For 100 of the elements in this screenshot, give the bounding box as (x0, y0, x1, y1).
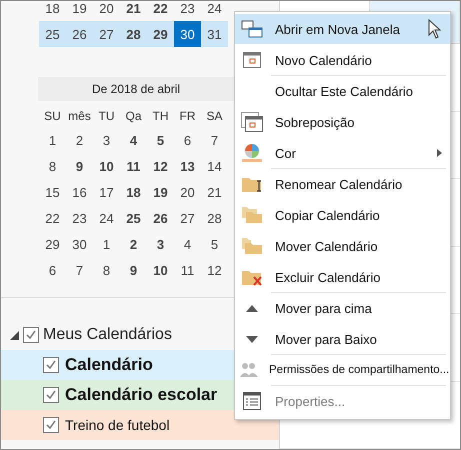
group-label: Meus Calendários (43, 326, 172, 344)
calendar-day[interactable]: 2 (120, 231, 147, 257)
calendar-day[interactable]: 29 (39, 231, 66, 257)
calendar-day[interactable]: 4 (120, 127, 147, 153)
weekday-label: FR (178, 109, 196, 123)
weekday-label: SU (43, 109, 62, 123)
menu-item-label: Copiar Calendário (275, 208, 380, 222)
folders-icon (241, 206, 263, 224)
menu-item[interactable]: Abrir em Nova Janela (235, 14, 450, 44)
menu-item[interactable]: Mover para cima (235, 293, 450, 323)
calendar-day[interactable]: 1 (39, 127, 66, 153)
menu-item-label: Cor (275, 146, 296, 160)
calendar-day[interactable]: 29 (147, 21, 174, 47)
menu-item-label: Novo Calendário (275, 52, 372, 68)
calendar-day[interactable]: 5 (201, 231, 228, 257)
calendar-day[interactable]: 12 (201, 257, 228, 283)
calendar-day[interactable]: 11 (174, 257, 201, 283)
calendar-day[interactable]: 27 (174, 205, 201, 231)
calendar-row[interactable]: Treino de futebol (1, 410, 279, 440)
calendar-day[interactable]: 30 (174, 21, 201, 47)
calendar-day[interactable]: 15 (39, 179, 66, 205)
folder-rename-icon (241, 175, 263, 193)
menu-item-label: Mover para cima (275, 300, 372, 316)
menu-item[interactable]: Sobreposição (235, 107, 450, 137)
calendar-day[interactable]: 14 (201, 153, 228, 179)
mouse-pointer-icon (428, 19, 442, 39)
calendar-day[interactable]: 6 (174, 127, 201, 153)
menu-item[interactable]: Mover Calendário (235, 231, 450, 261)
menu-item[interactable]: Renomear Calendário (235, 169, 450, 199)
checkbox[interactable] (43, 387, 59, 403)
calendar-day[interactable]: 28 (120, 21, 147, 47)
calendar-day[interactable]: 11 (120, 153, 147, 179)
calendar-day[interactable]: 19 (147, 179, 174, 205)
calendar-name: Calendário (65, 355, 153, 375)
color-wheel-icon (241, 143, 263, 163)
people-icon (239, 362, 259, 378)
calendar-day[interactable]: 21 (120, 1, 147, 21)
folders-icon (241, 237, 263, 255)
calendar-day[interactable]: 18 (120, 179, 147, 205)
calendar-day[interactable]: 12 (147, 153, 174, 179)
calendar-day[interactable]: 26 (66, 21, 93, 47)
calendar-day[interactable]: 30 (66, 231, 93, 257)
calendar-day[interactable]: 2 (66, 127, 93, 153)
calendar-day[interactable]: 16 (66, 179, 93, 205)
calendar-day[interactable]: 3 (147, 231, 174, 257)
calendar-icon (243, 52, 261, 68)
up-triangle-icon (246, 304, 258, 312)
calendar-day[interactable]: 7 (66, 257, 93, 283)
calendar-name: Calendário escolar (65, 385, 218, 405)
calendar-day[interactable]: 23 (66, 205, 93, 231)
menu-item-label: Sobreposição (275, 114, 354, 130)
menu-item-label: Excluir Calendário (275, 270, 380, 284)
menu-item-label: Ocultar Este Calendário (275, 84, 414, 98)
menu-item[interactable]: Excluir Calendário (235, 262, 450, 292)
checkbox[interactable] (23, 327, 39, 343)
calendar-day[interactable]: 18 (39, 1, 66, 21)
calendar-day[interactable]: 4 (174, 231, 201, 257)
calendar-day[interactable]: 20 (93, 1, 120, 21)
calendar-day[interactable]: 9 (66, 153, 93, 179)
expanded-triangle-icon[interactable] (10, 330, 19, 340)
calendar-day[interactable]: 3 (93, 127, 120, 153)
menu-item-label: Renomear Calendário (275, 176, 402, 192)
calendar-day[interactable]: 10 (93, 153, 120, 179)
calendar-day[interactable]: 21 (201, 179, 228, 205)
calendar-day[interactable]: 26 (147, 205, 174, 231)
calendar-day[interactable]: 13 (174, 153, 201, 179)
calendar-day[interactable]: 7 (201, 127, 228, 153)
calendar-day[interactable]: 31 (201, 21, 228, 47)
menu-item[interactable]: Copiar Calendário (235, 200, 450, 230)
month-title: De 2018 de abril (38, 77, 234, 101)
checkbox[interactable] (43, 417, 59, 433)
calendar-day[interactable]: 5 (147, 127, 174, 153)
menu-item[interactable]: Cor (235, 138, 450, 168)
calendar-day[interactable]: 6 (39, 257, 66, 283)
calendar-name: Treino de futebol (65, 417, 170, 433)
calendar-day[interactable]: 8 (39, 153, 66, 179)
weekday-label: TH (152, 109, 170, 123)
calendar-day[interactable]: 22 (39, 205, 66, 231)
menu-item[interactable]: Novo Calendário (235, 45, 450, 75)
calendar-day[interactable]: 25 (39, 21, 66, 47)
calendar-day[interactable]: 10 (147, 257, 174, 283)
calendar-day[interactable]: 1 (93, 231, 120, 257)
weekday-label: TU (98, 109, 116, 123)
calendar-day[interactable]: 9 (120, 257, 147, 283)
weekday-label: mês (67, 109, 92, 123)
calendar-day[interactable]: 19 (66, 1, 93, 21)
calendar-day[interactable]: 28 (201, 205, 228, 231)
calendar-day[interactable]: 8 (93, 257, 120, 283)
windows-icon (241, 20, 263, 38)
calendar-day[interactable]: 22 (147, 1, 174, 21)
calendar-day[interactable]: 20 (174, 179, 201, 205)
weekday-label: SA (205, 109, 224, 123)
calendar-day[interactable]: 25 (120, 205, 147, 231)
calendar-day[interactable]: 23 (174, 1, 201, 21)
calendar-day[interactable]: 24 (93, 205, 120, 231)
checkbox[interactable] (43, 357, 59, 373)
menu-item[interactable]: Ocultar Este Calendário (235, 76, 450, 106)
calendar-day[interactable]: 24 (201, 1, 228, 21)
calendar-day[interactable]: 27 (93, 21, 120, 47)
calendar-day[interactable]: 17 (93, 179, 120, 205)
